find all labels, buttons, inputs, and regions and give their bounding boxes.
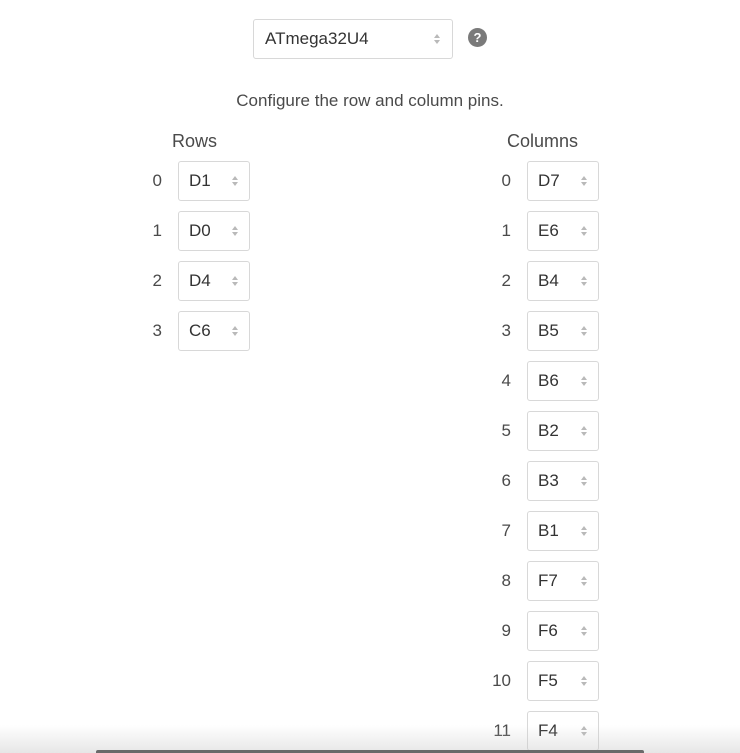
column-pin-row: 8 F7 — [0, 561, 599, 601]
column-pin-value: B2 — [538, 421, 559, 440]
select-arrows-icon — [581, 576, 587, 586]
column-pin-select[interactable]: B4 — [527, 261, 599, 301]
select-arrows-icon — [581, 426, 587, 436]
rows-heading: Rows — [172, 131, 218, 151]
select-arrows-icon — [581, 226, 587, 236]
column-pin-row: 9 F6 — [0, 611, 599, 651]
column-pin-select[interactable]: B2 — [527, 411, 599, 451]
select-arrows-icon — [581, 476, 587, 486]
columns-heading: Columns — [507, 131, 579, 151]
select-arrows-icon — [581, 326, 587, 336]
column-pin-value: B3 — [538, 471, 559, 490]
select-arrows-icon — [581, 276, 587, 286]
column-pin-select[interactable]: D7 — [527, 161, 599, 201]
bottom-fade — [0, 725, 740, 753]
pin-instructions: Configure the row and column pins. — [236, 91, 504, 110]
column-pin-row: 1 E6 — [0, 211, 599, 251]
column-pin-select[interactable]: B5 — [527, 311, 599, 351]
select-arrows-icon — [581, 376, 587, 386]
column-pin-index: 8 — [501, 571, 511, 590]
select-arrows-icon — [581, 176, 587, 186]
column-pin-index: 4 — [501, 371, 511, 390]
column-pin-index: 6 — [501, 471, 511, 490]
column-pin-value: B6 — [538, 371, 559, 390]
column-pin-index: 5 — [501, 421, 511, 440]
column-pin-row: 10 F5 — [0, 661, 599, 701]
column-pin-value: F5 — [538, 671, 558, 690]
select-arrows-icon — [581, 626, 587, 636]
column-pin-index: 10 — [492, 671, 511, 690]
column-pin-row: 7 B1 — [0, 511, 599, 551]
column-pin-row: 3 B5 — [0, 311, 599, 351]
select-arrows-icon — [581, 526, 587, 536]
column-pin-index: 3 — [501, 321, 511, 340]
column-pin-value: D7 — [538, 171, 560, 190]
column-pin-select[interactable]: B3 — [527, 461, 599, 501]
column-pin-row: 6 B3 — [0, 461, 599, 501]
column-pin-select[interactable]: E6 — [527, 211, 599, 251]
help-icon[interactable]: ? — [468, 28, 487, 47]
column-pin-value: B5 — [538, 321, 559, 340]
select-arrows-icon — [581, 676, 587, 686]
column-pin-row: 5 B2 — [0, 411, 599, 451]
column-pin-row: 0 D7 — [0, 161, 599, 201]
mcu-select[interactable]: ATmega32U4 — [253, 19, 453, 59]
column-pin-value: B1 — [538, 521, 559, 540]
column-pin-index: 7 — [501, 521, 511, 540]
column-pin-select[interactable]: F6 — [527, 611, 599, 651]
column-pin-index: 2 — [501, 271, 511, 290]
column-pin-index: 9 — [501, 621, 511, 640]
column-pin-select[interactable]: F7 — [527, 561, 599, 601]
column-pin-row: 2 B4 — [0, 261, 599, 301]
column-pin-value: B4 — [538, 271, 559, 290]
column-pin-index: 0 — [501, 171, 511, 190]
column-pin-value: F7 — [538, 571, 558, 590]
column-pin-select[interactable]: B6 — [527, 361, 599, 401]
column-pin-select[interactable]: F5 — [527, 661, 599, 701]
select-arrows-icon — [434, 34, 440, 44]
column-pin-value: F6 — [538, 621, 558, 640]
column-pin-select[interactable]: B1 — [527, 511, 599, 551]
column-pin-index: 1 — [501, 221, 511, 240]
column-pin-row: 4 B6 — [0, 361, 599, 401]
mcu-select-value: ATmega32U4 — [265, 29, 369, 48]
column-pin-value: E6 — [538, 221, 559, 240]
